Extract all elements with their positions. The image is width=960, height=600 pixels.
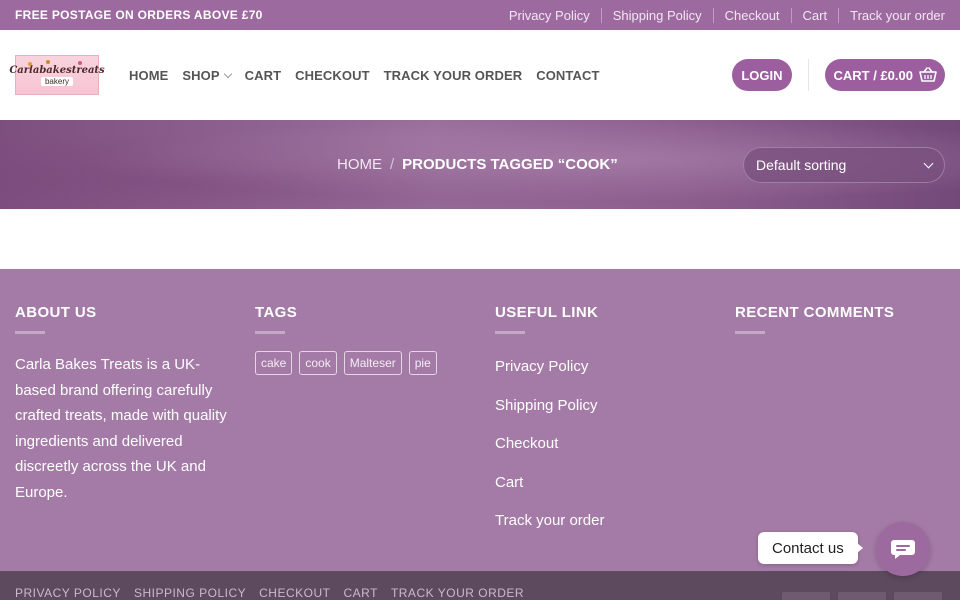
tag-pie[interactable]: pie <box>408 351 437 375</box>
nav-home[interactable]: HOME <box>129 68 168 83</box>
site-logo[interactable]: Carlabakestreats bakery <box>9 55 105 95</box>
payment-icon <box>782 592 830 600</box>
site-header: Carlabakestreats bakery HOME SHOP CART C… <box>0 30 960 120</box>
footer-useful-links: USEFUL LINK Privacy Policy Shipping Poli… <box>495 304 710 551</box>
breadcrumb-home[interactable]: HOME <box>337 156 382 173</box>
bottom-link-checkout[interactable]: CHECKOUT <box>259 572 330 600</box>
cart-button-label: CART / £0.00 <box>833 67 913 83</box>
page-title-banner: HOME / PRODUCTS TAGGED “COOK” Default so… <box>0 120 960 209</box>
title-underline <box>15 331 45 334</box>
title-underline <box>495 331 525 334</box>
useful-links-list: Privacy Policy Shipping Policy Checkout … <box>495 358 710 551</box>
header-actions: LOGIN CART / £0.00 <box>732 59 945 91</box>
logo-decoration <box>78 61 82 65</box>
breadcrumb-current: PRODUCTS TAGGED “COOK” <box>402 156 618 173</box>
promo-text: FREE POSTAGE ON ORDERS ABOVE £70 <box>15 8 263 22</box>
nav-checkout[interactable]: CHECKOUT <box>295 68 369 83</box>
title-underline <box>255 331 285 334</box>
footer-link-checkout[interactable]: Checkout <box>495 435 710 474</box>
recent-comments-title: RECENT COMMENTS <box>735 304 895 321</box>
bottom-link-privacy-policy[interactable]: PRIVACY POLICY <box>15 572 121 600</box>
logo-decoration <box>46 60 50 64</box>
contact-us-button[interactable] <box>876 522 930 576</box>
nav-contact[interactable]: CONTACT <box>536 68 599 83</box>
bottom-link-cart[interactable]: CART <box>343 572 377 600</box>
chevron-down-icon <box>223 69 232 78</box>
nav-shop[interactable]: SHOP <box>182 67 232 83</box>
chat-bubble-icon <box>891 540 915 559</box>
footer-recent-comments: RECENT COMMENTS <box>735 304 950 334</box>
tag-cake[interactable]: cake <box>255 351 293 375</box>
top-link-track-order[interactable]: Track your order <box>838 7 945 23</box>
breadcrumb-separator: / <box>390 156 395 173</box>
payment-icon <box>838 592 886 600</box>
tag-cloud: cake cook Malteser pie <box>255 351 470 375</box>
footer-link-shipping-policy[interactable]: Shipping Policy <box>495 397 710 436</box>
nav-cart[interactable]: CART <box>245 68 282 83</box>
logo-subtitle: bakery <box>40 76 73 86</box>
sorting-select[interactable]: Default sorting <box>743 147 945 183</box>
bottom-link-shipping-policy[interactable]: SHIPPING POLICY <box>134 572 246 600</box>
login-button[interactable]: LOGIN <box>732 59 792 91</box>
main-nav: HOME SHOP CART CHECKOUT TRACK YOUR ORDER… <box>129 68 614 83</box>
cart-button[interactable]: CART / £0.00 <box>824 59 945 91</box>
basket-icon <box>919 67 937 82</box>
tags-title: TAGS <box>255 304 298 321</box>
about-text: Carla Bakes Treats is a UK-based brand o… <box>15 356 227 501</box>
top-link-checkout[interactable]: Checkout <box>712 7 791 23</box>
title-underline <box>735 331 765 334</box>
top-link-privacy-policy[interactable]: Privacy Policy <box>498 8 601 23</box>
footer-link-cart[interactable]: Cart <box>495 474 710 513</box>
top-link-shipping-policy[interactable]: Shipping Policy <box>600 7 713 23</box>
footer-bottom-bar: PRIVACY POLICY SHIPPING POLICY CHECKOUT … <box>0 571 960 600</box>
footer-link-privacy-policy[interactable]: Privacy Policy <box>495 358 710 397</box>
top-link-cart[interactable]: Cart <box>790 7 839 23</box>
bottom-link-track-order[interactable]: TRACK YOUR ORDER <box>391 572 524 600</box>
footer-widgets: ABOUT US Carla Bakes Treats is a UK-base… <box>0 269 960 571</box>
nav-shop-label: SHOP <box>182 67 220 83</box>
header-divider <box>807 59 809 91</box>
tag-cook[interactable]: cook <box>299 351 337 375</box>
logo-title: Carlabakestreats <box>9 64 105 76</box>
breadcrumb: HOME / PRODUCTS TAGGED “COOK” <box>337 156 618 173</box>
payment-icon <box>894 592 942 600</box>
top-bar: FREE POSTAGE ON ORDERS ABOVE £70 Privacy… <box>0 0 960 30</box>
sorting-selected-value: Default sorting <box>756 157 847 173</box>
top-links: Privacy Policy Shipping Policy Checkout … <box>498 7 945 23</box>
tag-malteser[interactable]: Malteser <box>343 351 402 375</box>
chevron-down-icon <box>923 158 934 168</box>
contact-us-label[interactable]: Contact us <box>758 532 863 564</box>
footer-about: ABOUT US Carla Bakes Treats is a UK-base… <box>15 304 230 505</box>
footer-tags: TAGS cake cook Malteser pie <box>255 304 470 375</box>
nav-track-order[interactable]: TRACK YOUR ORDER <box>384 68 523 83</box>
about-title: ABOUT US <box>15 304 97 321</box>
footer-link-track-order[interactable]: Track your order <box>495 512 710 551</box>
logo-decoration <box>28 62 32 66</box>
useful-links-title: USEFUL LINK <box>495 304 599 321</box>
